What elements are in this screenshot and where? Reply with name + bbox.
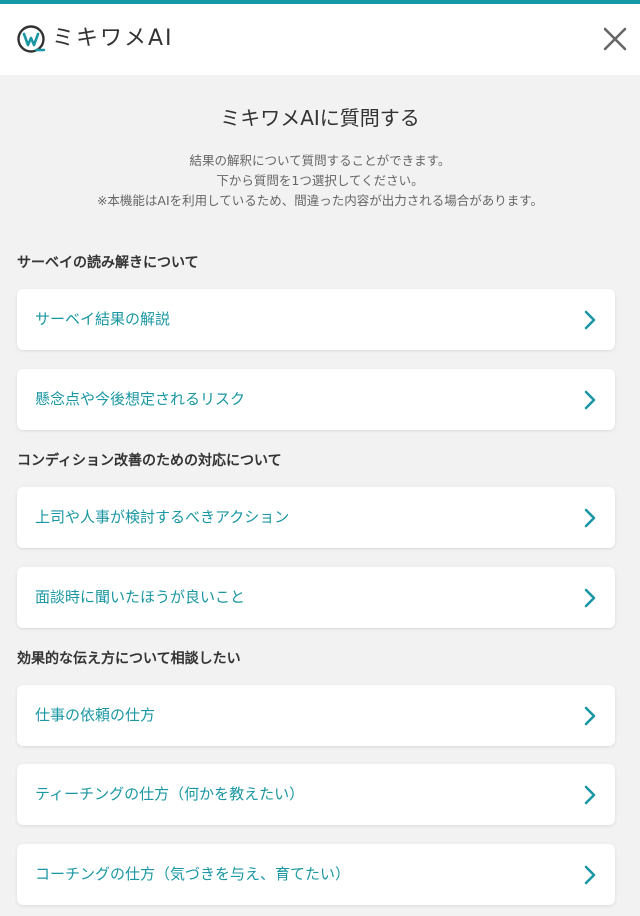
option-label: 上司や人事が検討するべきアクション [35, 508, 290, 526]
description-line: 下から質問を1つ選択してください。 [216, 173, 424, 188]
option-coaching[interactable]: コーチングの仕方（気づきを与え、育てたい） [17, 844, 615, 905]
description: 結果の解釈について質問することができます。 下から質問を1つ選択してください。 … [0, 151, 640, 211]
close-button[interactable] [602, 26, 628, 52]
chevron-right-icon [583, 507, 597, 529]
page-title: ミキワメAIに質問する [220, 106, 420, 130]
option-label: サーベイ結果の解説 [35, 310, 171, 328]
option-label: ティーチングの仕方（何かを教えたい） [35, 785, 305, 803]
chevron-right-icon [583, 587, 597, 609]
option-work-request[interactable]: 仕事の依頼の仕方 [17, 685, 615, 746]
option-concerns-risks[interactable]: 懸念点や今後想定されるリスク [17, 369, 615, 430]
logo-mark-icon [17, 25, 46, 53]
chevron-right-icon [583, 389, 597, 411]
logo: ミキワメAI [16, 24, 174, 54]
description-line: ※本機能はAIを利用しているため、間違った内容が出力される場合があります。 [96, 193, 544, 208]
chevron-right-icon [583, 864, 597, 886]
option-teaching[interactable]: ティーチングの仕方（何かを教えたい） [17, 764, 615, 825]
option-label: 仕事の依頼の仕方 [35, 706, 156, 724]
chevron-right-icon [583, 309, 597, 331]
option-interview-questions[interactable]: 面談時に聞いたほうが良いこと [17, 567, 615, 628]
option-label: 懸念点や今後想定されるリスク [35, 390, 246, 408]
description-line: 結果の解釈について質問することができます。 [189, 153, 451, 168]
option-label: コーチングの仕方（気づきを与え、育てたい） [35, 865, 351, 883]
chevron-right-icon [583, 705, 597, 727]
chevron-right-icon [583, 784, 597, 806]
option-manager-actions[interactable]: 上司や人事が検討するべきアクション [17, 487, 615, 548]
close-icon [603, 27, 627, 51]
option-survey-explanation[interactable]: サーベイ結果の解説 [17, 289, 615, 350]
option-label: 面談時に聞いたほうが良いこと [35, 588, 246, 606]
section-heading-condition: コンディション改善のための対応について [17, 453, 282, 469]
logo-text: ミキワメAI [52, 26, 174, 51]
section-heading-communication: 効果的な伝え方について相談したい [17, 651, 241, 667]
section-heading-survey: サーベイの読み解きについて [17, 255, 199, 271]
app-header: ミキワメAI [0, 4, 640, 75]
